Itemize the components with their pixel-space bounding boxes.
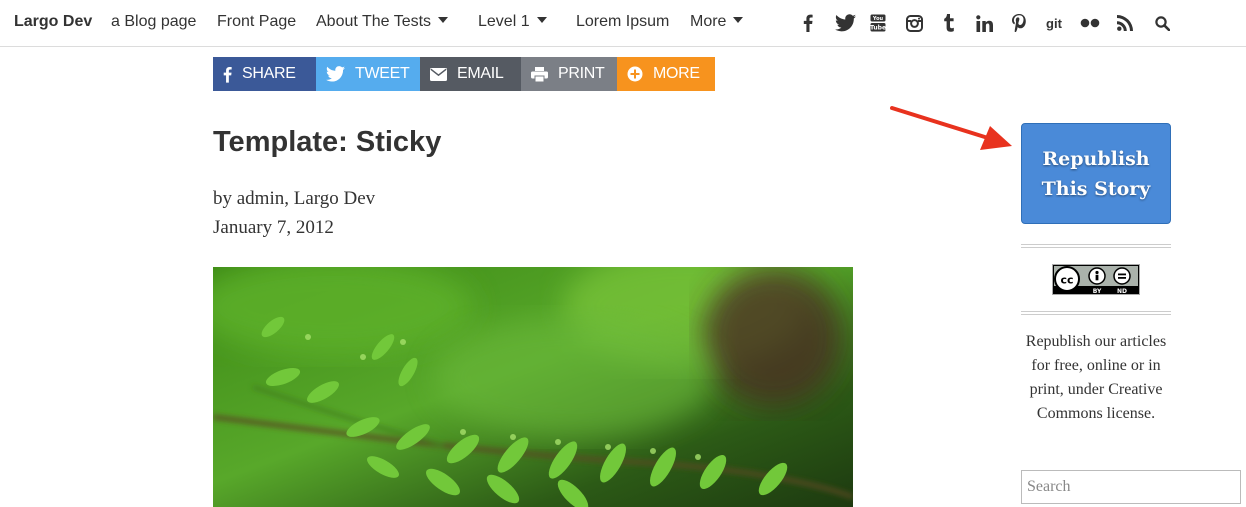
share-button-label: TWEET [355, 65, 410, 82]
share-button-label: MORE [653, 65, 700, 82]
nav-item-blog-page[interactable]: a Blog page [111, 13, 196, 31]
svg-text:Tube: Tube [870, 25, 886, 32]
divider [1021, 244, 1171, 248]
article-byline: by admin, Largo Dev [213, 188, 376, 209]
republish-label-line2: This Story [1041, 178, 1151, 200]
divider [1021, 311, 1171, 315]
instagram-icon[interactable] [903, 12, 925, 34]
rss-icon[interactable] [1114, 12, 1136, 34]
youtube-icon[interactable]: You Tube [867, 12, 889, 34]
share-button-label: SHARE [242, 65, 296, 82]
creative-commons-text: Republish our articles for free, online … [1025, 333, 1167, 422]
republish-button[interactable]: Republish This Story [1021, 123, 1171, 224]
share-print-button[interactable]: PRINT [521, 57, 617, 91]
linkedin-icon[interactable] [973, 12, 995, 34]
cc-nd-label: ND [1117, 288, 1127, 295]
article-date: January 7, 2012 [213, 217, 334, 238]
share-button-label: PRINT [558, 65, 605, 82]
share-more-button[interactable]: MORE [617, 57, 715, 91]
article-title: Template: Sticky [213, 126, 442, 158]
share-bar: SHARE TWEET EMAIL PRINT MORE [213, 57, 715, 91]
svg-text:cc: cc [1060, 274, 1073, 287]
tumblr-icon[interactable] [938, 12, 960, 34]
search-icon[interactable] [1151, 12, 1173, 34]
nav-item-level-1[interactable]: Level 1 [478, 13, 547, 31]
plus-circle-icon [627, 66, 643, 82]
nav-item-label: Level 1 [478, 13, 530, 30]
envelope-icon [430, 67, 447, 81]
chevron-down-icon [438, 17, 449, 23]
share-button-label: EMAIL [457, 65, 504, 82]
flickr-icon[interactable] [1079, 12, 1101, 34]
twitter-icon [326, 66, 345, 82]
nav-item-about-tests[interactable]: About The Tests [316, 13, 449, 31]
creative-commons-by-nd-icon: cc BY ND [1052, 264, 1140, 295]
cc-by-label: BY [1093, 288, 1102, 295]
nav-item-label: About The Tests [316, 13, 432, 30]
github-icon[interactable]: git [1043, 12, 1065, 34]
svg-text:You: You [872, 16, 884, 22]
twitter-icon[interactable] [834, 12, 856, 34]
republish-label-line1: Republish [1042, 148, 1150, 170]
featured-image [213, 267, 853, 507]
share-facebook-button[interactable]: SHARE [213, 57, 316, 91]
github-icon-label: git [1046, 15, 1062, 31]
annotation-arrow-icon [890, 106, 1012, 150]
pinterest-icon[interactable] [1008, 12, 1030, 34]
share-email-button[interactable]: EMAIL [420, 57, 521, 91]
top-navigation: Largo Dev a Blog page Front Page About T… [0, 0, 1246, 47]
nav-item-lorem-ipsum[interactable]: Lorem Ipsum [576, 13, 669, 31]
chevron-down-icon [536, 17, 547, 23]
nav-item-label: More [690, 13, 727, 30]
chevron-down-icon [733, 17, 744, 23]
facebook-icon[interactable] [797, 12, 819, 34]
share-tweet-button[interactable]: TWEET [316, 57, 420, 91]
site-brand-link[interactable]: Largo Dev [14, 13, 92, 31]
printer-icon [531, 66, 548, 82]
search-input[interactable] [1021, 470, 1241, 504]
nav-item-front-page[interactable]: Front Page [217, 13, 296, 31]
facebook-icon [223, 66, 232, 83]
nav-item-more[interactable]: More [690, 13, 744, 31]
